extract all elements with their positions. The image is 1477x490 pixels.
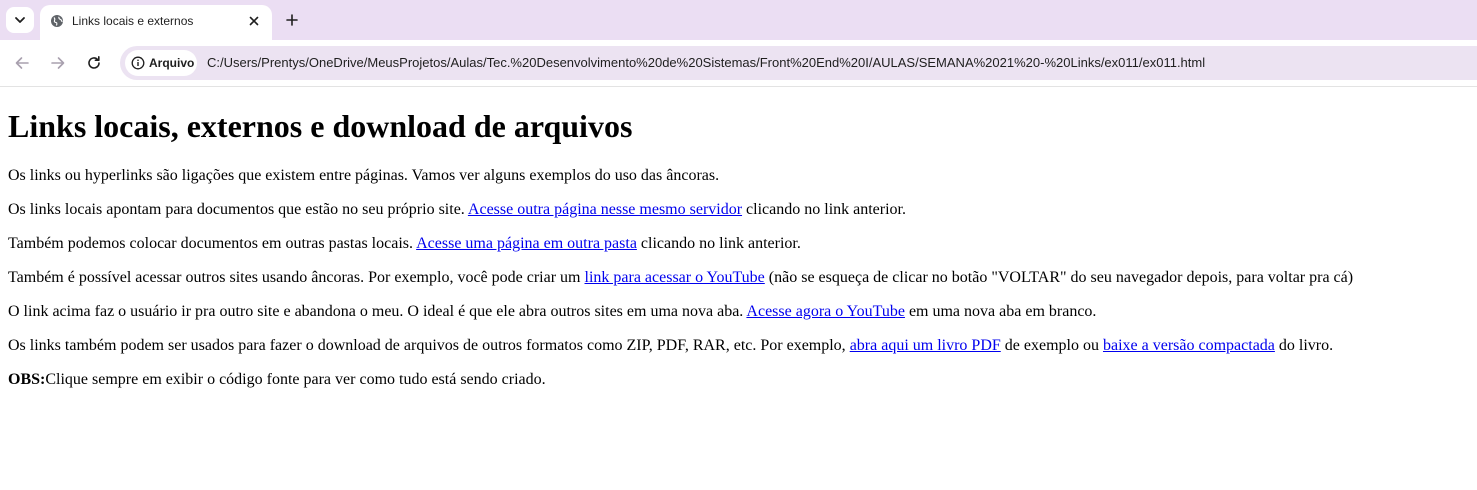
paragraph-text: de exemplo ou: [1000, 337, 1103, 354]
link-pdf-book[interactable]: abra aqui um livro PDF: [850, 337, 1001, 354]
paragraph-note: OBS:Clique sempre em exibir o código fon…: [8, 371, 546, 389]
page-title: Links locais, externos e download de arq…: [8, 108, 633, 144]
paragraph-text: clicando no link anterior.: [636, 235, 801, 252]
link-same-server[interactable]: Acesse outra página nesse mesmo servidor: [468, 201, 742, 218]
link-other-folder[interactable]: Acesse uma página em outra pasta: [416, 235, 637, 252]
paragraph-local-links: Os links locais apontam para documentos …: [8, 201, 906, 219]
page-content: Links locais, externos e download de arq…: [8, 87, 1468, 388]
reload-button[interactable]: [82, 51, 106, 75]
link-youtube-new-tab[interactable]: Acesse agora o YouTube: [746, 303, 905, 320]
paragraph-local-folders: Também podemos colocar documentos em out…: [8, 235, 801, 253]
new-tab-button[interactable]: [280, 8, 304, 32]
tab-title: Links locais e externos: [72, 14, 194, 28]
link-zip-book[interactable]: baixe a versão compactada: [1103, 337, 1275, 354]
note-text: Clique sempre em exibir o código fonte p…: [45, 371, 546, 388]
paragraph-text: do livro.: [1274, 337, 1334, 354]
site-info-label: Arquivo: [149, 56, 195, 70]
forward-button[interactable]: [46, 51, 70, 75]
paragraph-text: em uma nova aba em branco.: [904, 303, 1097, 320]
tab-search-button[interactable]: [6, 7, 34, 33]
plus-icon: [286, 14, 298, 26]
browser-toolbar: Arquivo C:/Users/Prentys/OneDrive/MeusPr…: [0, 40, 1477, 87]
note-label: OBS:: [8, 371, 46, 388]
tab-close-button[interactable]: [246, 13, 262, 29]
paragraph-text: Também podemos colocar documentos em out…: [8, 235, 417, 252]
paragraph-intro: Os links ou hyperlinks são ligações que …: [8, 167, 720, 184]
link-youtube[interactable]: link para acessar o YouTube: [585, 269, 765, 286]
info-icon: [131, 56, 145, 70]
paragraph-downloads: Os links também podem ser usados para fa…: [8, 337, 1333, 355]
paragraph-text: O link acima faz o usuário ir pra outro …: [8, 303, 747, 320]
arrow-right-icon: [51, 57, 65, 69]
tab-strip: Links locais e externos: [0, 0, 1477, 40]
site-info-chip[interactable]: Arquivo: [125, 50, 197, 76]
address-bar[interactable]: Arquivo C:/Users/Prentys/OneDrive/MeusPr…: [120, 46, 1477, 80]
chevron-down-icon: [15, 17, 25, 23]
url-text[interactable]: C:/Users/Prentys/OneDrive/MeusProjetos/A…: [207, 55, 1205, 71]
reload-icon: [88, 56, 100, 69]
paragraph-text: Também é possível acessar outros sites u…: [8, 269, 585, 286]
globe-icon: [51, 15, 63, 27]
tab-active[interactable]: Links locais e externos: [40, 5, 272, 40]
paragraph-text: Os links também podem ser usados para fa…: [8, 337, 850, 354]
paragraph-text: (não se esqueça de clicar no botão "VOLT…: [764, 269, 1354, 286]
paragraph-text: clicando no link anterior.: [742, 201, 906, 218]
arrow-left-icon: [15, 57, 29, 69]
paragraph-new-tab: O link acima faz o usuário ir pra outro …: [8, 303, 1096, 321]
back-button[interactable]: [10, 51, 34, 75]
paragraph-external-links: Também é possível acessar outros sites u…: [8, 269, 1353, 287]
paragraph-text: Os links locais apontam para documentos …: [8, 201, 468, 218]
close-icon: [249, 16, 259, 26]
